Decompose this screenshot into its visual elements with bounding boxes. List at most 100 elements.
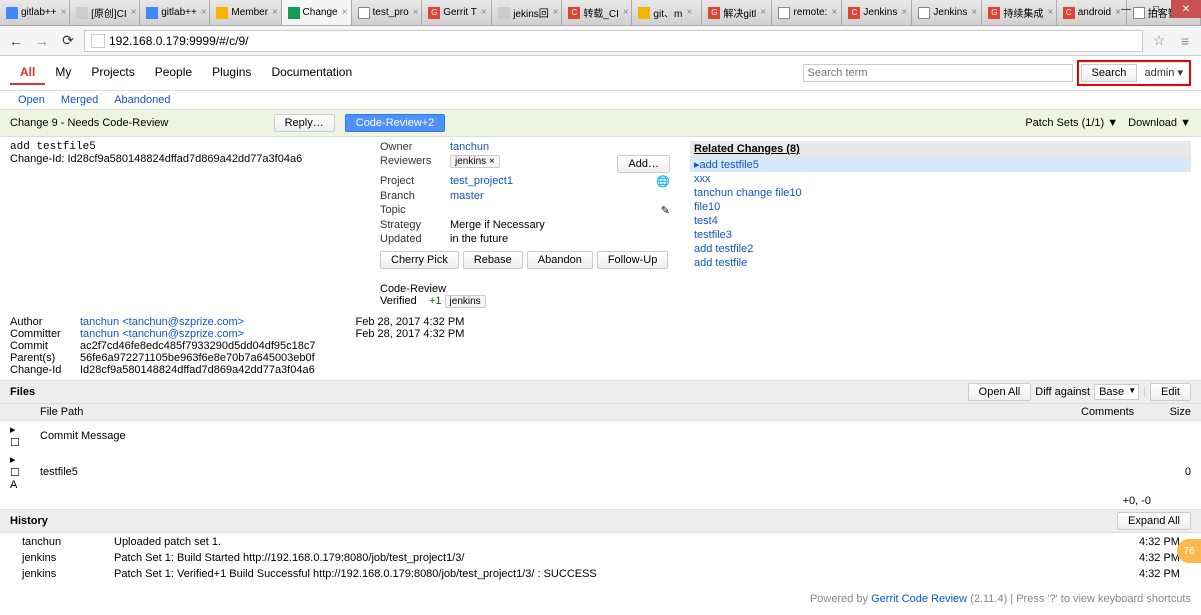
related-item[interactable]: add testfile [690,256,1191,270]
user-menu[interactable]: admin ▾ [1140,67,1187,79]
browser-tab[interactable]: Member× [210,0,281,25]
open-all-button[interactable]: Open All [968,383,1032,401]
window-max[interactable]: □ [1141,0,1171,18]
reply-button[interactable]: Reply… [274,114,335,132]
reviewer-chip[interactable]: jenkins × [450,155,500,168]
nav-people[interactable]: People [145,61,202,85]
rebase-button[interactable]: Rebase [463,251,523,269]
window-min[interactable]: — [1111,0,1141,18]
nav-plugins[interactable]: Plugins [202,61,261,85]
committer-link[interactable]: tanchun <tanchun@szprize.com> [80,328,244,340]
tab-close-icon[interactable]: × [201,7,207,18]
verified-row: Verified +1 jenkins [380,295,670,308]
nav-documentation[interactable]: Documentation [261,61,362,85]
related-item[interactable]: file10 [690,200,1191,214]
browser-tab[interactable]: gitlab++× [140,0,210,25]
abandon-button[interactable]: Abandon [527,251,593,269]
browser-tab[interactable]: Jenkins× [912,0,982,25]
nav-reload[interactable]: ⟳ [58,31,78,51]
change-title: Change 9 - Needs Code-Review [10,117,168,129]
tab-favicon [288,7,300,19]
browser-tab[interactable]: Change× [282,0,352,25]
tab-close-icon[interactable]: × [131,7,137,18]
browser-tab[interactable]: CJenkins× [842,0,912,25]
tab-close-icon[interactable]: × [760,7,766,18]
window-controls: — □ ✕ [1111,0,1201,18]
nav-back[interactable]: ← [6,31,26,51]
tab-close-icon[interactable]: × [1047,7,1053,18]
tab-close-icon[interactable]: × [272,7,278,18]
file-row[interactable]: ▸ ☐ Commit Message [0,421,1201,452]
window-close[interactable]: ✕ [1171,0,1201,18]
menu-icon[interactable]: ≡ [1175,31,1195,51]
tab-close-icon[interactable]: × [831,7,837,18]
browser-tab[interactable]: git、m× [632,0,702,25]
owner-link[interactable]: tanchun [450,141,670,153]
browser-tab[interactable]: remote:× [772,0,842,25]
verified-user[interactable]: jenkins [445,295,486,308]
history-row[interactable]: tanchunUploaded patch set 1.4:32 PM [2,535,1199,549]
subnav-abandoned[interactable]: Abandoned [106,91,178,109]
files-table: File Path Comments Size ▸ ☐ Commit Messa… [0,404,1201,493]
gerrit-link[interactable]: Gerrit Code Review [871,593,967,605]
branch-link[interactable]: master [450,190,670,202]
related-item[interactable]: xxx [690,172,1191,186]
tab-close-icon[interactable]: × [901,7,907,18]
commit-change-id: Id28cf9a580148824dffad7d869a42dd77a3f04a… [80,364,315,376]
browser-tab[interactable]: test_pro× [352,0,423,25]
author-link[interactable]: tanchun <tanchun@szprize.com> [80,316,244,328]
browser-tab[interactable]: gitlab++× [0,0,70,25]
nav-all[interactable]: All [10,61,45,85]
browser-tab[interactable]: [原创]CI× [70,0,140,25]
code-review-button[interactable]: Code-Review+2 [345,114,446,132]
related-item[interactable]: testfile3 [690,228,1191,242]
updated-value: in the future [450,233,670,245]
cherry-pick-button[interactable]: Cherry Pick [380,251,459,269]
search-button[interactable]: Search [1081,64,1138,82]
browser-tab[interactable]: GGerrit T× [422,0,492,25]
tab-favicon [778,7,790,19]
project-link[interactable]: test_project1 [450,175,656,188]
subnav-open[interactable]: Open [10,91,53,109]
download-dropdown[interactable]: Download ▼ [1128,117,1191,129]
tab-close-icon[interactable]: × [481,7,487,18]
file-row[interactable]: ▸ ☐ Atestfile50 [0,451,1201,493]
browser-tab[interactable]: G解决gitl× [702,0,772,25]
tab-close-icon[interactable]: × [61,7,67,18]
related-item[interactable]: test4 [690,214,1191,228]
related-item[interactable]: ▸add testfile5 [690,157,1191,172]
tab-close-icon[interactable]: × [342,7,348,18]
tab-close-icon[interactable]: × [553,7,559,18]
follow-up-button[interactable]: Follow-Up [597,251,669,269]
url-text: 192.168.0.179:9999/#/c/9/ [109,34,248,48]
float-badge[interactable]: 76 [1177,539,1201,563]
tab-close-icon[interactable]: × [623,7,629,18]
related-item[interactable]: add testfile2 [690,242,1191,256]
subnav-merged[interactable]: Merged [53,91,106,109]
history-row[interactable]: jenkinsPatch Set 1: Build Started http:/… [2,551,1199,565]
history-row[interactable]: jenkinsPatch Set 1: Verified+1 Build Suc… [2,567,1199,581]
edit-button[interactable]: Edit [1150,383,1191,401]
browser-tab[interactable]: jekins回× [492,0,562,25]
highlight-box: Search admin ▾ [1077,60,1191,86]
bookmark-icon[interactable]: ☆ [1149,31,1169,51]
browser-tab[interactable]: C转载_CI× [562,0,632,25]
tab-close-icon[interactable]: × [413,7,419,18]
nav-forward[interactable]: → [32,31,52,51]
browser-tab[interactable]: G持续集成× [982,0,1056,25]
owner-label: Owner [380,141,450,153]
edit-topic-icon[interactable]: ✎ [661,204,670,217]
tab-close-icon[interactable]: × [971,7,977,18]
search-input[interactable] [803,64,1073,82]
patch-sets-dropdown[interactable]: Patch Sets (1/1) ▼ [1025,117,1118,129]
nav-projects[interactable]: Projects [81,61,144,85]
nav-my[interactable]: My [45,61,81,85]
page-icon [91,34,105,48]
updated-label: Updated [380,233,450,245]
diff-base-select[interactable]: Base [1094,384,1139,400]
tab-close-icon[interactable]: × [686,7,692,18]
related-item[interactable]: tanchun change file10 [690,186,1191,200]
add-reviewer-button[interactable]: Add… [617,155,670,173]
expand-all-button[interactable]: Expand All [1117,512,1191,530]
url-input[interactable]: 192.168.0.179:9999/#/c/9/ [84,30,1143,52]
